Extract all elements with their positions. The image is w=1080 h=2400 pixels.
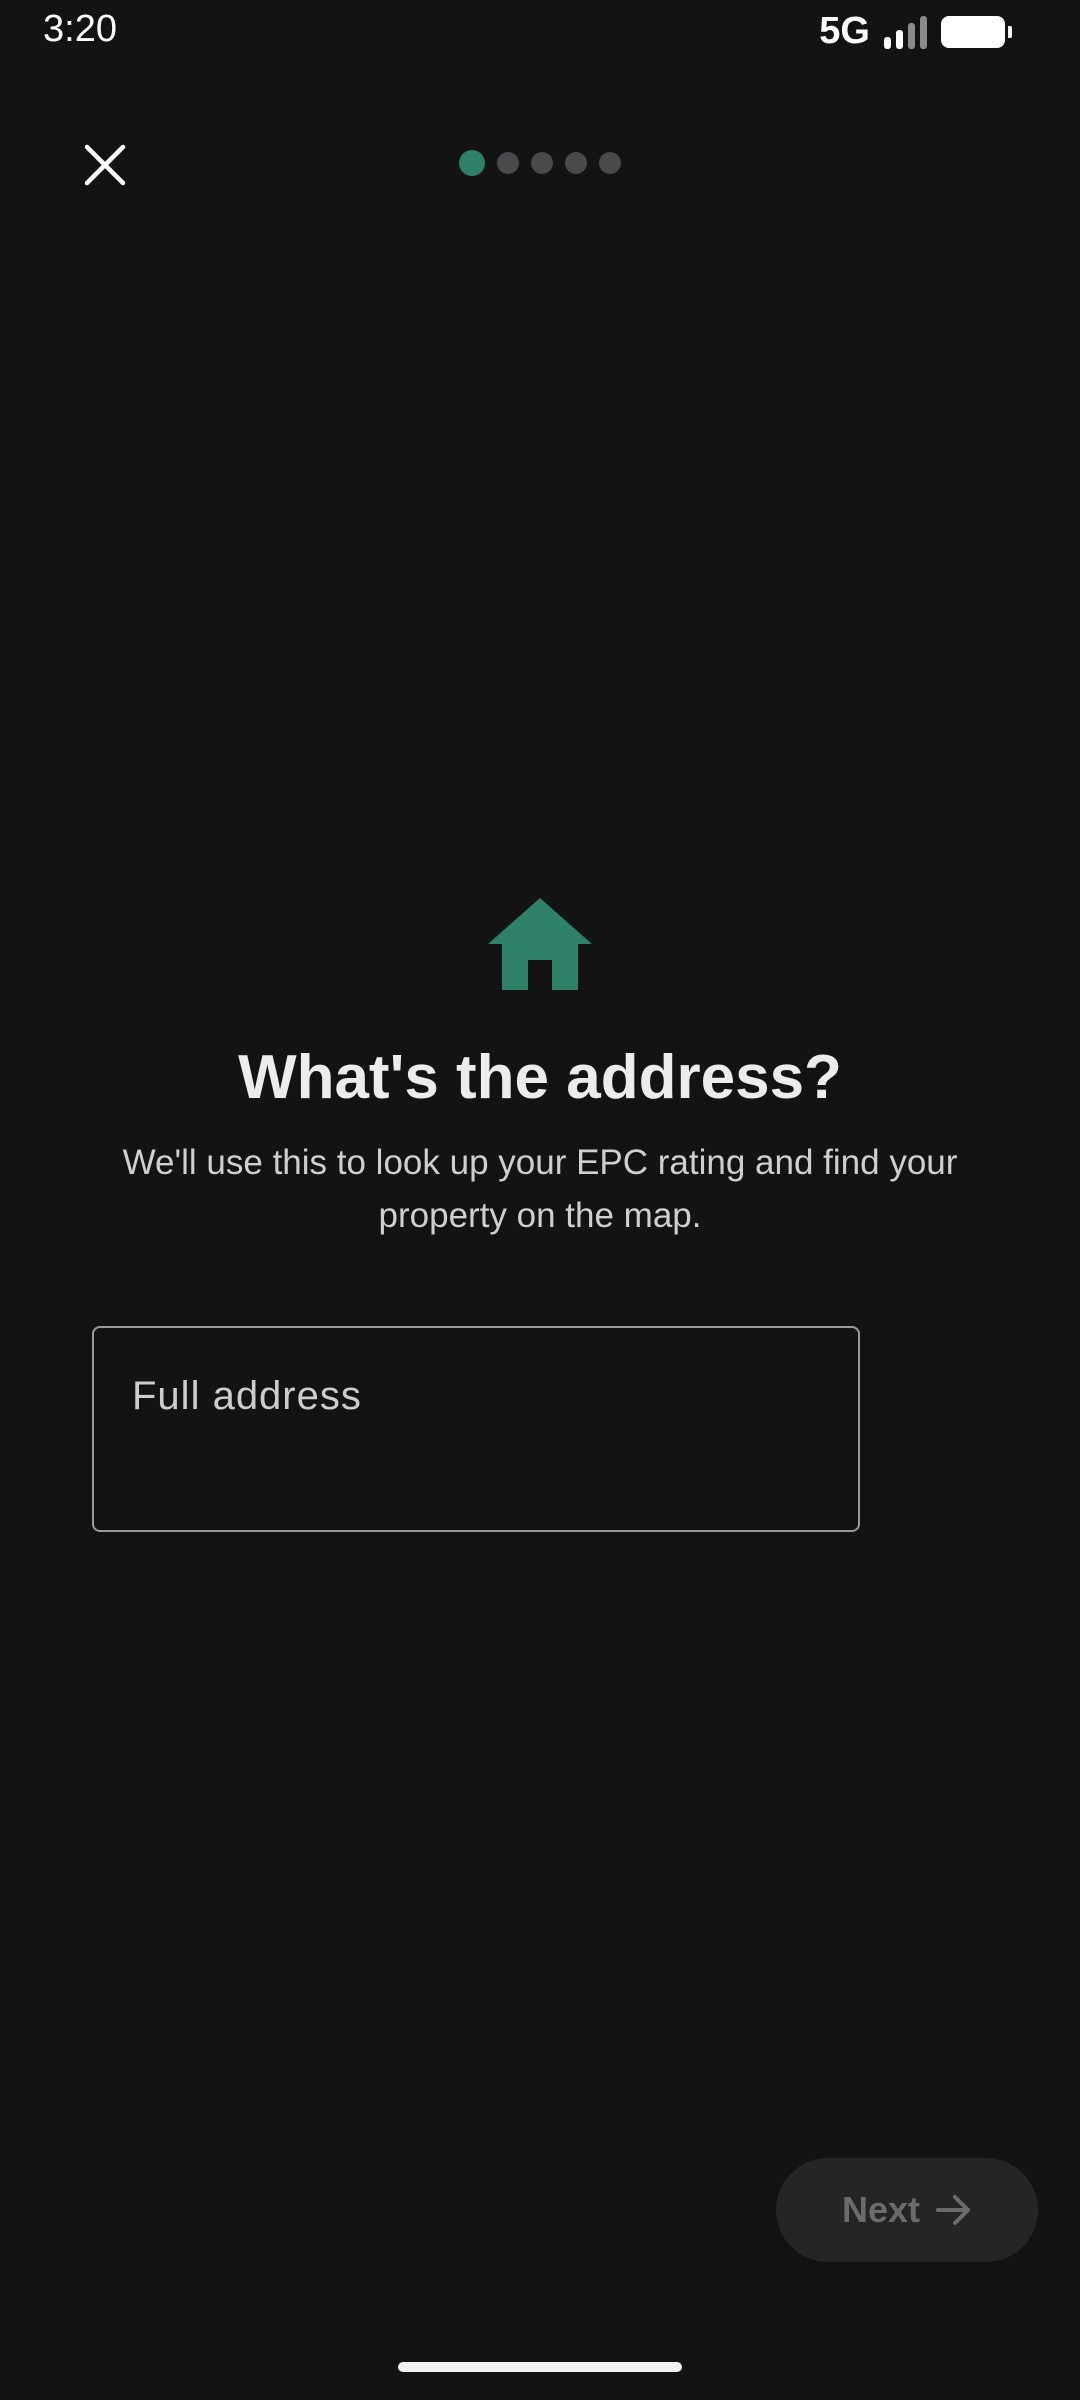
address-input[interactable]	[132, 1374, 822, 1504]
page-subtitle: We'll use this to look up your EPC ratin…	[90, 1136, 990, 1242]
home-indicator[interactable]	[398, 2362, 682, 2372]
page-title: What's the address?	[238, 1043, 842, 1112]
battery-icon	[941, 15, 1012, 48]
next-button[interactable]: Next	[776, 2158, 1038, 2262]
status-bar: 3:20 5G	[0, 0, 1080, 60]
signal-bars-icon	[884, 15, 927, 49]
arrow-right-icon	[936, 2195, 971, 2225]
step-dot-4	[565, 152, 587, 174]
step-dot-5	[599, 152, 621, 174]
subtitle-line-2: property on the map.	[378, 1196, 702, 1235]
network-type: 5G	[819, 10, 870, 52]
step-dot-3	[531, 152, 553, 174]
subtitle-line-1: We'll use this to look up your EPC ratin…	[122, 1143, 958, 1182]
address-field[interactable]	[92, 1326, 860, 1532]
house-icon	[488, 898, 592, 990]
status-time: 3:20	[43, 8, 117, 50]
next-button-label: Next	[841, 2189, 921, 2230]
step-dot-1	[459, 150, 485, 176]
step-dot-2	[497, 152, 519, 174]
status-indicators: 5G	[819, 10, 1012, 53]
step-progress-indicator	[0, 150, 1080, 176]
